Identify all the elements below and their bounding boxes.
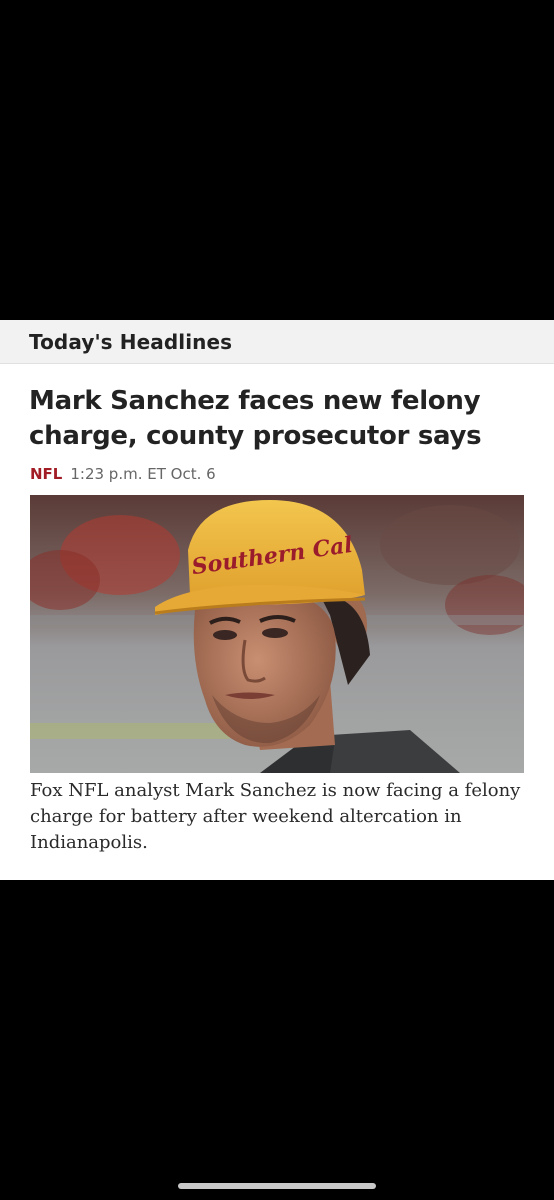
category-tag[interactable]: NFL — [30, 465, 62, 483]
article-meta: NFL 1:23 p.m. ET Oct. 6 — [30, 465, 525, 483]
section-header: Today's Headlines — [0, 320, 554, 364]
home-indicator[interactable] — [178, 1183, 376, 1189]
article-caption: Fox NFL analyst Mark Sanchez is now faci… — [30, 780, 521, 853]
article-headline[interactable]: Mark Sanchez faces new felony charge, co… — [29, 384, 525, 454]
section-title: Today's Headlines — [29, 329, 233, 354]
news-card: Today's Headlines Mark Sanchez faces new… — [0, 320, 554, 880]
photo-illustration: Southern Cal — [30, 495, 524, 773]
article-timestamp: 1:23 p.m. ET Oct. 6 — [70, 465, 216, 483]
article-photo[interactable]: Southern Cal — [30, 495, 524, 773]
